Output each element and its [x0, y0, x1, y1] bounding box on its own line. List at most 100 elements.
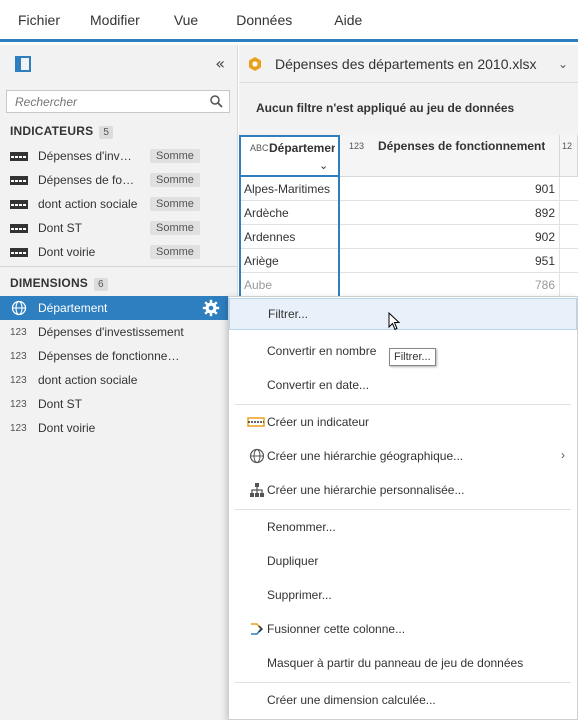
menu-donnees[interactable]: Données [216, 12, 310, 28]
measure-item[interactable]: Dont voirie Somme [0, 240, 237, 264]
menu-item-filtrer[interactable]: Filtrer... [229, 298, 577, 330]
column-name: Dépenses de fonctionnement [378, 139, 546, 153]
measures-count: 5 [99, 126, 114, 139]
merge-icon [251, 623, 263, 635]
table-row: Ariège 951 [239, 249, 578, 273]
menu-fichier[interactable]: Fichier [0, 12, 78, 28]
menu-item-renommer[interactable]: Renommer... [229, 511, 577, 543]
aggregation-badge[interactable]: Somme [150, 149, 200, 163]
menu-item-label: Convertir en date... [267, 378, 370, 392]
search-icon[interactable] [210, 95, 223, 108]
hierarchy-icon [250, 483, 264, 497]
measure-icon [10, 247, 28, 257]
table-row: Ardèche 892 [239, 201, 578, 225]
search-box[interactable] [6, 90, 230, 113]
dimensions-title: DIMENSIONS [10, 276, 89, 290]
dimension-item[interactable]: 123 Dépenses d'investissement [0, 320, 237, 344]
section-divider [0, 266, 237, 267]
menu-item-label: Dupliquer [267, 554, 319, 568]
menu-item-fusionner[interactable]: Fusionner cette colonne... [229, 613, 577, 645]
chevron-down-icon[interactable]: ⌄ [558, 57, 568, 71]
globe-icon [11, 300, 27, 316]
measure-item[interactable]: Dont ST Somme [0, 216, 237, 240]
menu-item-hierarchie-perso[interactable]: Créer une hiérarchie personnalisée... [229, 474, 577, 506]
dataset-selector[interactable]: Dépenses des départements en 2010.xlsx ⌄ [239, 45, 578, 83]
dimensions-count: 6 [94, 278, 108, 291]
measure-icon [10, 175, 28, 185]
measure-icon [10, 199, 28, 209]
measure-item[interactable]: Dépenses de fonctionnement Somme [0, 168, 237, 192]
numeric-type-icon: 123 [349, 141, 365, 151]
search-input[interactable] [7, 91, 202, 112]
aggregation-badge[interactable]: Somme [150, 221, 200, 235]
numeric-type-icon: 123 [10, 350, 27, 362]
measure-icon [10, 151, 28, 161]
menu-bar: Fichier Modifier Vue Données Aide [0, 0, 578, 42]
measure-label: Dépenses d'investissement [38, 149, 138, 163]
dimension-label: Dont ST [38, 397, 83, 411]
cell-value[interactable]: 951 [340, 249, 560, 273]
menu-item-label: Masquer à partir du panneau de jeu de do… [267, 656, 524, 670]
menu-item-hierarchie-geo[interactable]: Créer une hiérarchie géographique... › [229, 440, 577, 472]
dimensions-header: DIMENSIONS 6 [10, 276, 108, 291]
menu-item-creer-indicateur[interactable]: Créer un indicateur [229, 406, 577, 438]
table-row: Alpes-Maritimes 901 [239, 177, 578, 201]
text-type-icon: ABC [250, 143, 269, 153]
measure-label: dont action sociale [38, 197, 138, 211]
cell-value[interactable]: 892 [340, 201, 560, 225]
column-header-depenses-fonctionnement[interactable]: 123 Dépenses de fonctionnement [340, 135, 560, 177]
measure-item[interactable]: Dépenses d'investissement Somme [0, 144, 237, 168]
menu-item-label: Créer un indicateur [267, 415, 370, 429]
menu-item-label: Créer une dimension calculée... [267, 693, 436, 707]
cell-departement[interactable]: Ardennes [239, 225, 340, 249]
column-header-departement[interactable]: ABC Département ⌄ [239, 135, 340, 177]
menu-aide[interactable]: Aide [310, 12, 380, 28]
menu-separator [235, 682, 571, 683]
measure-item[interactable]: dont action sociale Somme [0, 192, 237, 216]
cell-departement[interactable]: Ardèche [239, 201, 340, 225]
cell-value[interactable]: 786 [340, 273, 560, 297]
menu-item-convertir-date[interactable]: Convertir en date... [229, 369, 577, 401]
dimension-item[interactable]: 123 dont action sociale [0, 368, 237, 392]
menu-item-label: Filtrer... [268, 307, 309, 321]
gear-icon[interactable] [202, 299, 220, 317]
dimension-label: Dont voirie [38, 421, 96, 435]
dimension-label: Dépenses de fonctionnement [38, 349, 186, 363]
column-name: Département [269, 141, 335, 155]
numeric-type-icon: 123 [10, 326, 27, 338]
panel-toggle-icon[interactable] [15, 56, 31, 72]
column-header-next[interactable]: 12 [560, 135, 578, 177]
menu-modifier[interactable]: Modifier [78, 12, 158, 28]
aggregation-badge[interactable]: Somme [150, 245, 200, 259]
measure-icon [247, 417, 265, 427]
chevron-down-icon[interactable]: ⌄ [319, 159, 328, 172]
cell-departement[interactable]: Aube [239, 273, 340, 297]
data-panel: « INDICATEURS 5 Dépenses d'investissement… [0, 45, 238, 720]
cell-departement[interactable]: Alpes-Maritimes [239, 177, 340, 201]
collapse-panel-icon[interactable]: « [215, 54, 225, 73]
cell-departement[interactable]: Ariège [239, 249, 340, 273]
aggregation-badge[interactable]: Somme [150, 197, 200, 211]
aggregation-badge[interactable]: Somme [150, 173, 200, 187]
globe-icon [249, 448, 265, 464]
dimension-item-departement[interactable]: Département [0, 296, 237, 320]
menu-item-supprimer[interactable]: Supprimer... [229, 579, 577, 611]
chevron-right-icon: › [561, 448, 565, 462]
menu-item-label: Fusionner cette colonne... [267, 622, 406, 636]
menu-item-masquer[interactable]: Masquer à partir du panneau de jeu de do… [229, 647, 577, 679]
dimension-label: Département [38, 301, 108, 315]
cell-value[interactable]: 901 [340, 177, 560, 201]
menu-item-label: Supprimer... [267, 588, 332, 602]
measures-header: INDICATEURS 5 [10, 124, 114, 139]
numeric-type-icon: 123 [10, 374, 27, 386]
cell-value[interactable]: 902 [340, 225, 560, 249]
dimension-item[interactable]: 123 Dont voirie [0, 416, 237, 440]
menu-vue[interactable]: Vue [158, 12, 216, 28]
menu-item-dimension-calculee[interactable]: Créer une dimension calculée... [229, 684, 577, 716]
dimension-item[interactable]: 123 Dépenses de fonctionnement [0, 344, 237, 368]
dimension-item[interactable]: 123 Dont ST [0, 392, 237, 416]
tooltip: Filtrer... [389, 348, 436, 366]
table-row: Aube 786 [239, 273, 578, 297]
menu-item-dupliquer[interactable]: Dupliquer [229, 545, 577, 577]
menu-item-label: Créer une hiérarchie personnalisée... [267, 483, 465, 497]
